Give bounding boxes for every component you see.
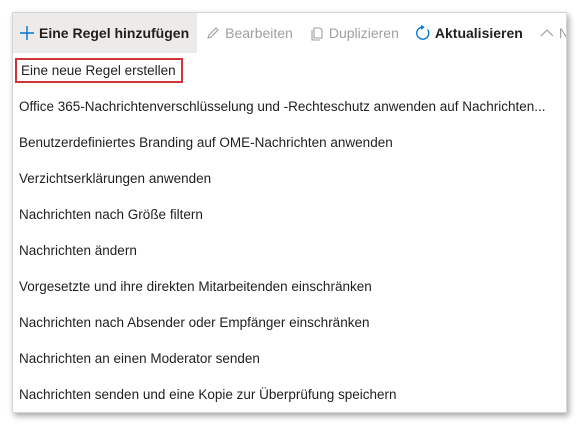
command-bar: Eine Regel hinzufügen Bearbeiten Duplizi… [13, 13, 566, 53]
duplicate-button[interactable]: Duplizieren [301, 13, 407, 53]
menu-item-label: Vorgesetzte und ihre direkten Mitarbeite… [19, 279, 372, 294]
edit-label: Bearbeiten [225, 25, 293, 41]
next-label: Na [559, 25, 566, 41]
refresh-icon [415, 25, 430, 40]
edit-button[interactable]: Bearbeiten [197, 13, 301, 53]
menu-item-modify-messages[interactable]: Nachrichten ändern [13, 233, 566, 269]
menu-item-label: Nachrichten senden und eine Kopie zur Üb… [19, 387, 397, 402]
rule-template-menu: Eine neue Regel erstellen Office 365-Nac… [13, 53, 566, 412]
menu-item-disclaimers[interactable]: Verzichtserklärungen anwenden [13, 161, 566, 197]
add-rule-label: Eine Regel hinzufügen [39, 25, 190, 41]
duplicate-label: Duplizieren [328, 25, 399, 41]
menu-item-label: Verzichtserklärungen anwenden [19, 171, 212, 186]
menu-item-create-new-rule[interactable]: Eine neue Regel erstellen [13, 53, 566, 89]
menu-item-ome-branding[interactable]: Benutzerdefiniertes Branding auf OME-Nac… [13, 125, 566, 161]
menu-item-label: Nachrichten ändern [19, 243, 137, 258]
duplicate-icon [311, 27, 323, 41]
menu-item-label: Benutzerdefiniertes Branding auf OME-Nac… [19, 135, 393, 150]
menu-item-label: Nachrichten nach Größe filtern [19, 207, 203, 222]
menu-item-label: Nachrichten an einen Moderator senden [19, 351, 260, 366]
chevron-up-icon [540, 29, 554, 37]
menu-item-restrict-managers[interactable]: Vorgesetzte und ihre direkten Mitarbeite… [13, 269, 566, 305]
refresh-button[interactable]: Aktualisieren [407, 13, 531, 53]
menu-item-label: Office 365-Nachrichtenverschlüsselung un… [19, 99, 546, 114]
menu-item-restrict-sender-recipient[interactable]: Nachrichten nach Absender oder Empfänger… [13, 305, 566, 341]
next-button[interactable]: Na [531, 13, 566, 53]
rules-dropdown-panel: Eine Regel hinzufügen Bearbeiten Duplizi… [12, 12, 567, 413]
pencil-icon [207, 27, 219, 39]
menu-item-send-to-moderator[interactable]: Nachrichten an einen Moderator senden [13, 341, 566, 377]
menu-item-ome-encryption[interactable]: Office 365-Nachrichtenverschlüsselung un… [13, 89, 566, 125]
menu-item-label: Nachrichten nach Absender oder Empfänger… [19, 315, 370, 330]
menu-item-send-and-keep-copy[interactable]: Nachrichten senden und eine Kopie zur Üb… [13, 377, 566, 412]
menu-item-filter-size[interactable]: Nachrichten nach Größe filtern [13, 197, 566, 233]
plus-icon [20, 26, 34, 40]
add-rule-button[interactable]: Eine Regel hinzufügen [13, 13, 198, 53]
refresh-label: Aktualisieren [434, 25, 523, 41]
menu-item-label: Eine neue Regel erstellen [15, 58, 183, 83]
